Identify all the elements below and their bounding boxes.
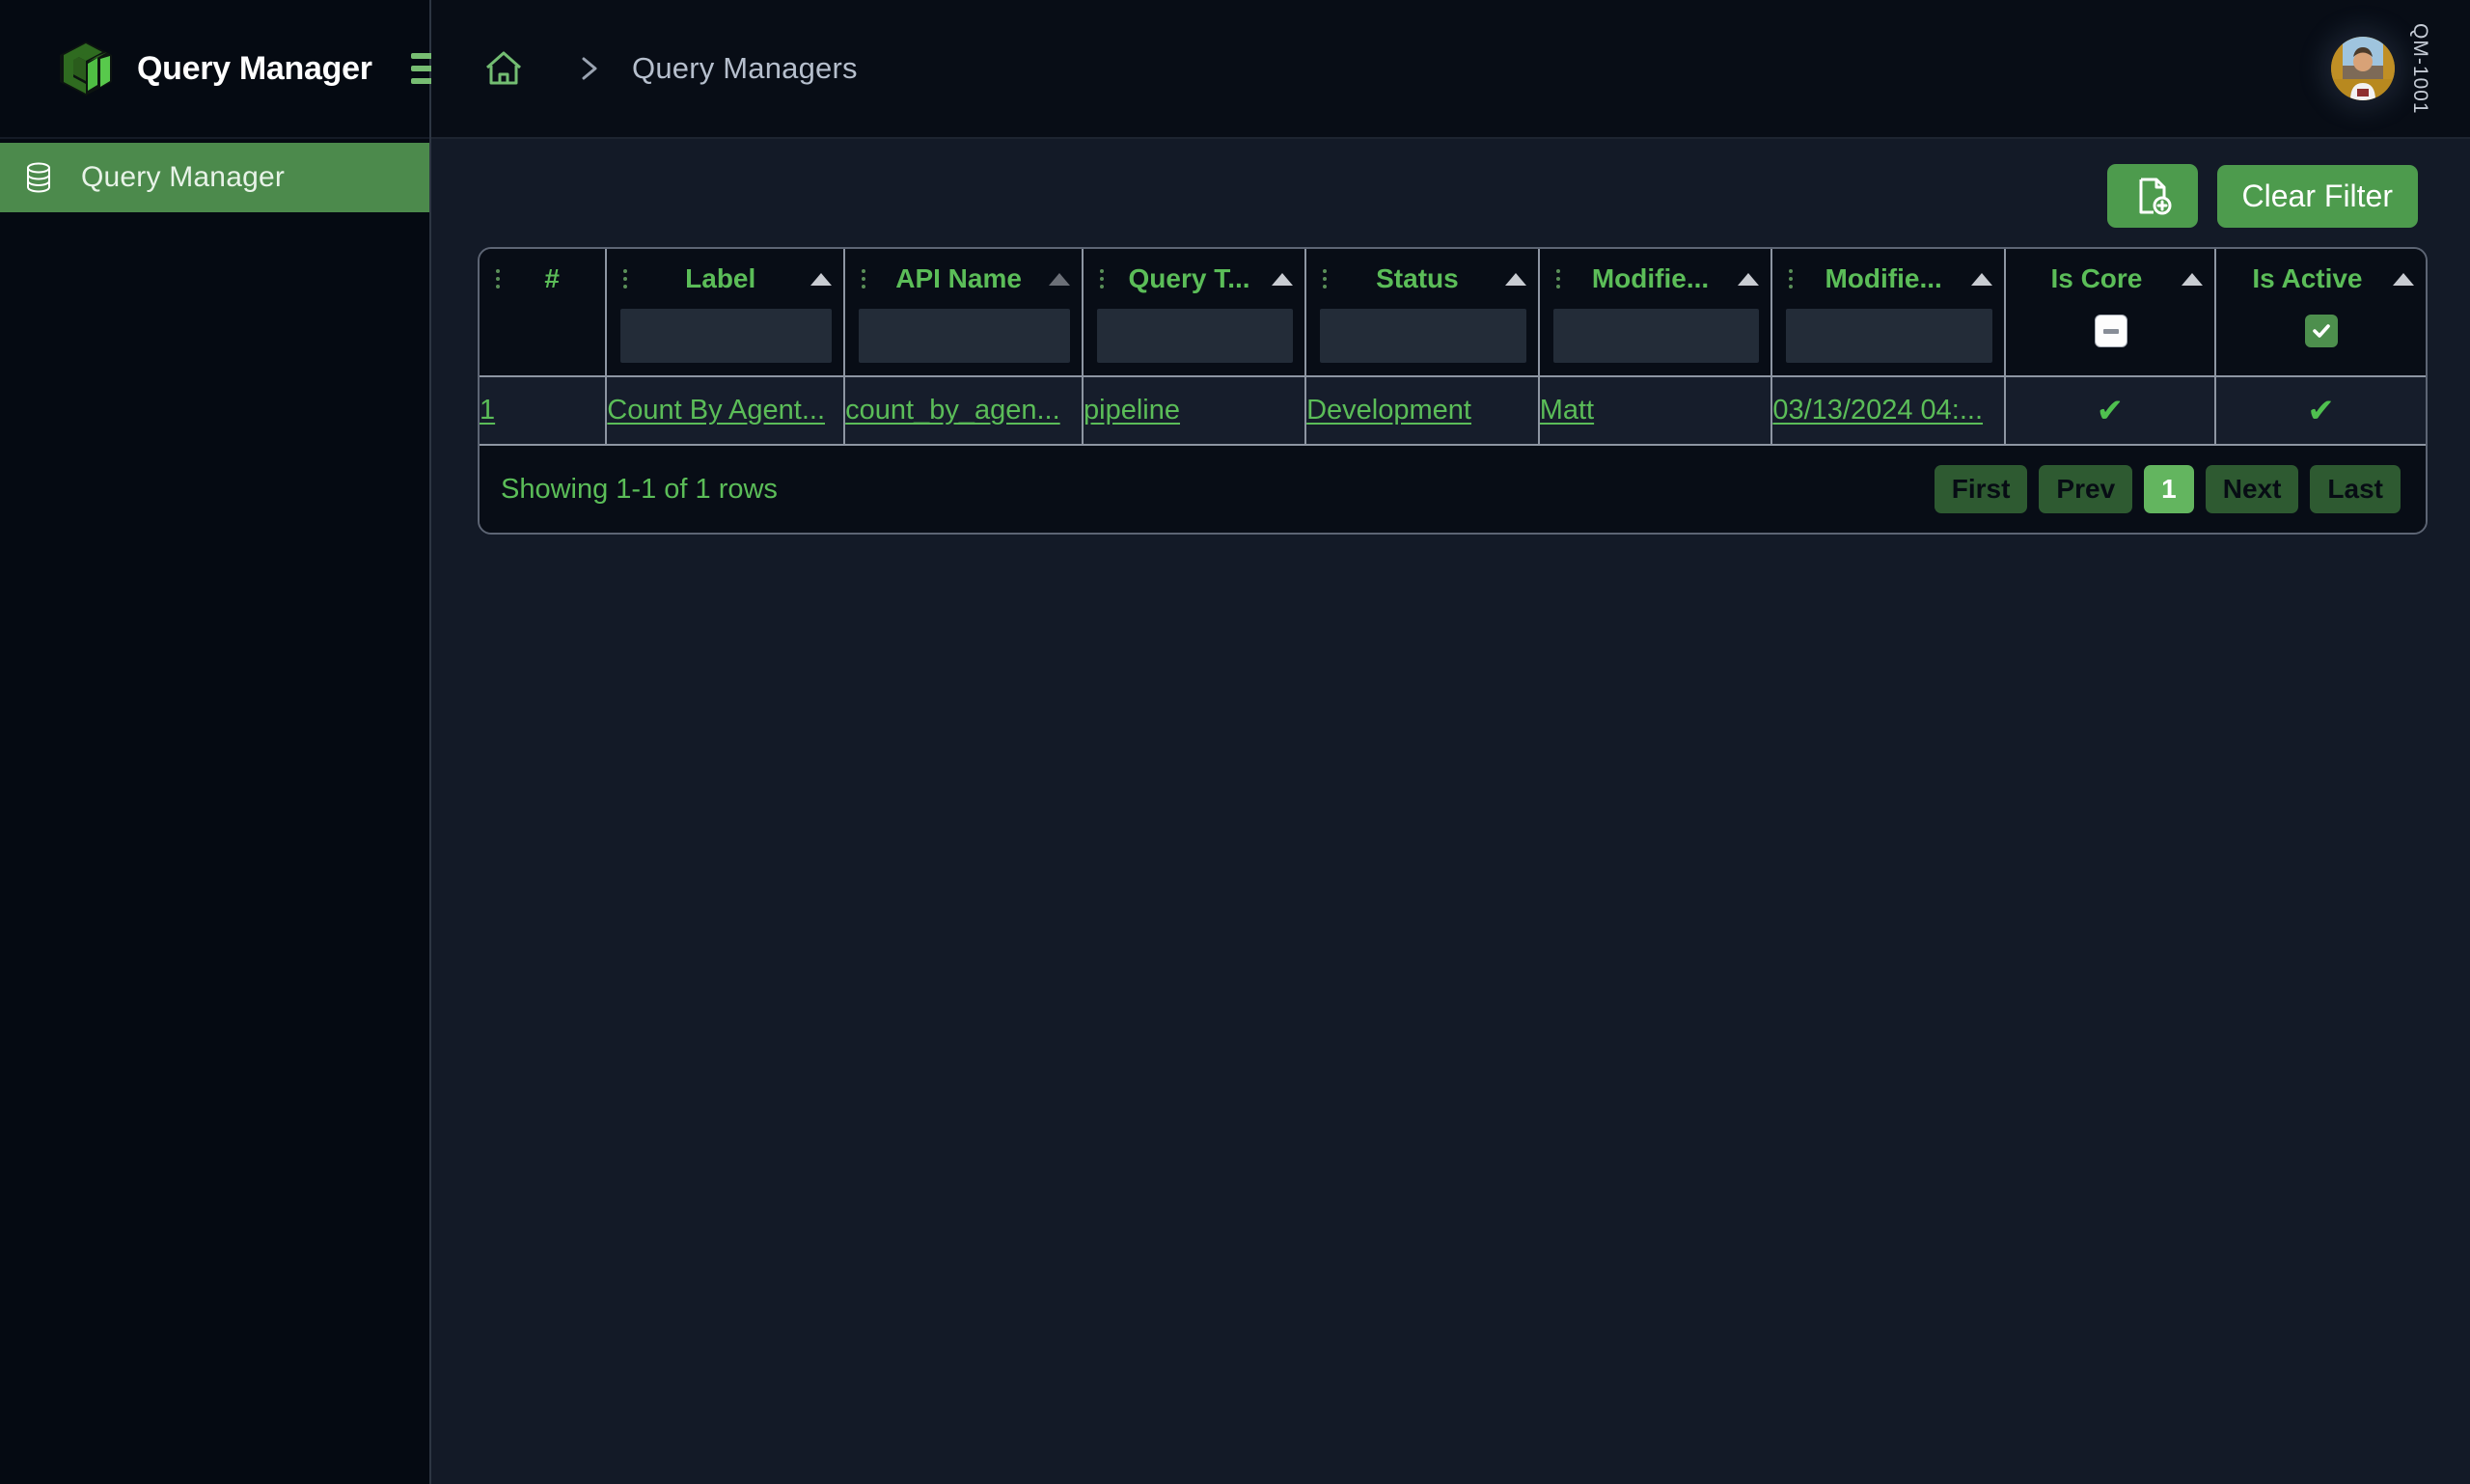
column-header-is-active[interactable]: Is Active — [2215, 249, 2426, 376]
header-row: # Label — [480, 249, 2426, 376]
sidebar-item-label: Query Manager — [81, 161, 285, 194]
filter-checkbox-is-core[interactable] — [2095, 315, 2127, 347]
cell-query-type: pipeline — [1083, 376, 1305, 444]
sort-asc-icon[interactable] — [2393, 273, 2414, 286]
content-area: Clear Filter — [431, 139, 2470, 1484]
sort-asc-icon[interactable] — [1272, 273, 1293, 286]
column-label: Query T... — [1114, 263, 1264, 294]
pagination-page-1[interactable]: 1 — [2144, 465, 2194, 513]
sort-asc-icon[interactable] — [1971, 273, 1992, 286]
cell-modified-date: 03/13/2024 04:... — [1771, 376, 2005, 444]
column-header-modified-date[interactable]: Modifie... — [1771, 249, 2005, 376]
drag-handle-icon[interactable] — [1097, 269, 1107, 289]
column-header-is-core[interactable]: Is Core — [2005, 249, 2215, 376]
topbar: Query Managers — [431, 0, 2470, 139]
column-header-status[interactable]: Status — [1305, 249, 1539, 376]
pagination-next[interactable]: Next — [2206, 465, 2299, 513]
cell-modified-by: Matt — [1539, 376, 1772, 444]
column-header-query-type[interactable]: Query T... — [1083, 249, 1305, 376]
pagination-first[interactable]: First — [1935, 465, 2028, 513]
column-label: Status — [1337, 263, 1497, 294]
drag-handle-icon[interactable] — [1320, 269, 1330, 289]
filter-checkbox-is-active[interactable] — [2305, 315, 2338, 347]
query-type-link[interactable]: pipeline — [1084, 395, 1304, 426]
cell-status: Development — [1305, 376, 1539, 444]
cell-is-core: ✔ — [2005, 376, 2215, 444]
new-record-button[interactable] — [2107, 164, 2198, 228]
column-label: API Name — [876, 263, 1041, 294]
modified-by-link[interactable]: Matt — [1540, 395, 1771, 426]
label-link[interactable]: Count By Agent... — [607, 395, 843, 426]
chevron-right-icon — [572, 52, 605, 85]
drag-handle-icon[interactable] — [1553, 269, 1563, 289]
breadcrumb: Query Managers — [632, 51, 858, 86]
cell-label: Count By Agent... — [606, 376, 844, 444]
grid-footer: Showing 1-1 of 1 rows First Prev 1 Next … — [480, 444, 2426, 533]
status-link[interactable]: Development — [1306, 395, 1538, 426]
column-header-modified-by[interactable]: Modifie... — [1539, 249, 1772, 376]
column-label: Is Core — [2019, 263, 2174, 294]
home-icon[interactable] — [481, 46, 526, 91]
column-header-num[interactable]: # — [480, 249, 606, 376]
main-area: Query Managers — [431, 0, 2470, 1484]
drag-handle-icon[interactable] — [1786, 269, 1796, 289]
pagination-prev[interactable]: Prev — [2039, 465, 2132, 513]
cube-logo-icon — [56, 39, 116, 98]
column-label: # — [510, 263, 593, 294]
filter-input-label[interactable] — [620, 309, 832, 363]
column-label: Is Active — [2230, 263, 2385, 294]
record-code: QM-1001 — [2408, 23, 2431, 115]
column-label: Label — [638, 263, 803, 294]
avatar[interactable] — [2331, 37, 2395, 100]
grid-table: # Label — [480, 249, 2426, 444]
cell-is-active: ✔ — [2215, 376, 2426, 444]
cell-num: 1 — [480, 376, 606, 444]
sidebar-item-query-manager[interactable]: Query Manager — [0, 143, 429, 212]
sort-asc-icon[interactable] — [810, 273, 832, 286]
filter-input-modified-date[interactable] — [1786, 309, 1992, 363]
database-icon — [21, 160, 56, 195]
brand-title: Query Manager — [137, 50, 372, 88]
drag-handle-icon[interactable] — [859, 269, 868, 289]
column-label: Modifie... — [1803, 263, 1963, 294]
filter-input-modified-by[interactable] — [1553, 309, 1760, 363]
sidebar: Query Manager Query Manager — [0, 0, 431, 1484]
sort-asc-icon[interactable] — [1505, 273, 1526, 286]
sort-asc-icon[interactable] — [2182, 273, 2203, 286]
pagination: First Prev 1 Next Last — [1935, 465, 2401, 513]
app-root: Query Manager Query Manager — [0, 0, 2470, 1484]
column-label: Modifie... — [1571, 263, 1731, 294]
check-icon: ✔ — [2097, 393, 2125, 429]
brand-header: Query Manager — [0, 0, 429, 139]
check-icon: ✔ — [2307, 393, 2335, 429]
row-number-link[interactable]: 1 — [480, 395, 605, 426]
filter-input-status[interactable] — [1320, 309, 1526, 363]
pagination-last[interactable]: Last — [2310, 465, 2401, 513]
column-header-api-name[interactable]: API Name — [844, 249, 1083, 376]
drag-handle-icon[interactable] — [620, 269, 630, 289]
sort-asc-icon[interactable] — [1049, 273, 1070, 286]
filter-input-api-name[interactable] — [859, 309, 1070, 363]
cell-api-name: count_by_agen... — [844, 376, 1083, 444]
data-grid: # Label — [478, 247, 2428, 535]
sort-asc-icon[interactable] — [1738, 273, 1759, 286]
showing-rows-text: Showing 1-1 of 1 rows — [501, 474, 778, 506]
drag-handle-icon[interactable] — [493, 269, 503, 289]
modified-date-link[interactable]: 03/13/2024 04:... — [1772, 395, 2004, 426]
new-document-icon — [2132, 176, 2173, 216]
clear-filter-button[interactable]: Clear Filter — [2217, 165, 2418, 228]
topbar-right: QM-1001 — [2331, 23, 2431, 115]
table-row[interactable]: 1 Count By Agent... count_by_agen... pip… — [480, 376, 2426, 444]
sidebar-nav: Query Manager — [0, 139, 429, 212]
filter-input-query-type[interactable] — [1097, 309, 1293, 363]
api-name-link[interactable]: count_by_agen... — [845, 395, 1082, 426]
toolbar: Clear Filter — [478, 164, 2428, 228]
column-header-label[interactable]: Label — [606, 249, 844, 376]
